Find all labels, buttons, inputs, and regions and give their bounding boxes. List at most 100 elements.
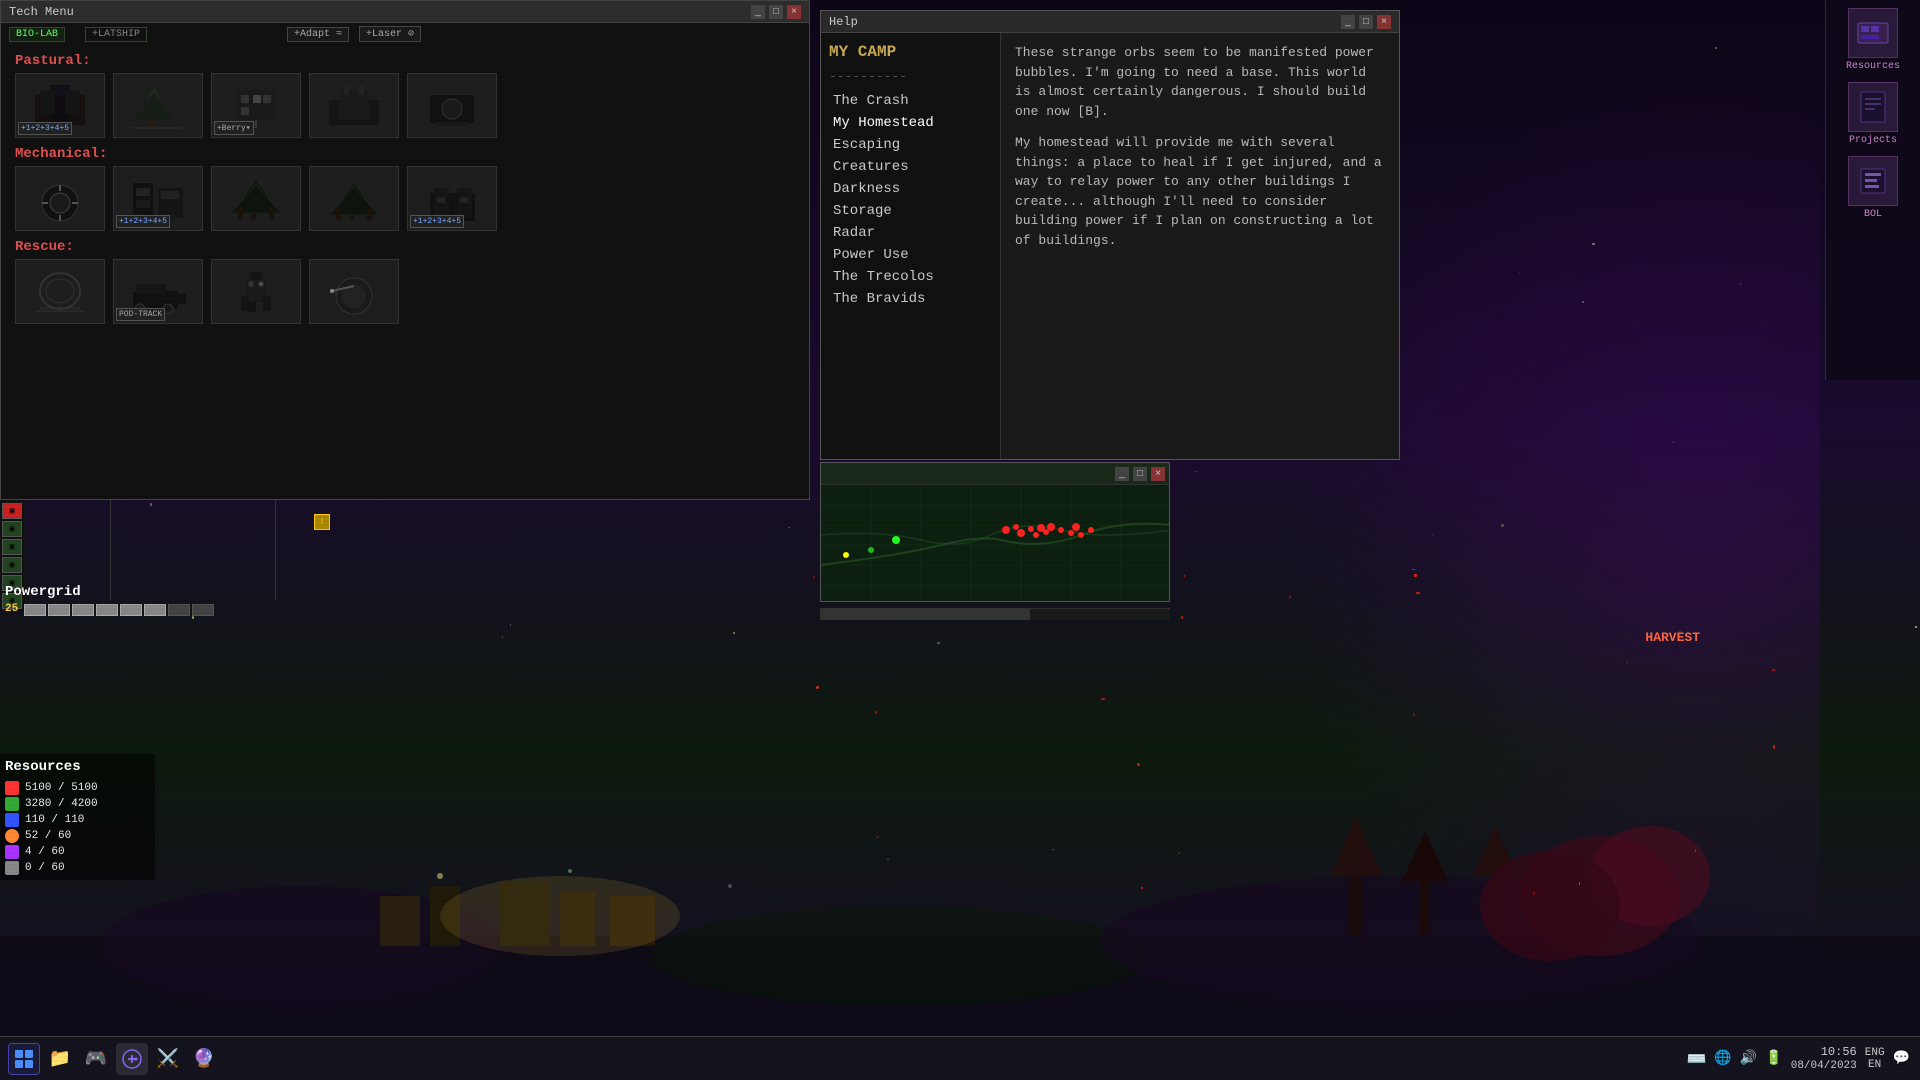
tech-item-p1[interactable]: +1+2+3+4+5	[15, 73, 105, 138]
notifications-button[interactable]: 💬	[1893, 1050, 1910, 1067]
map-maximize-button[interactable]: □	[1133, 467, 1147, 481]
power-dot-8	[192, 604, 214, 616]
tech-item-p4-icon	[319, 80, 389, 130]
help-nav-storage[interactable]: Storage	[829, 200, 992, 222]
tech-item-p5-icon	[417, 80, 487, 130]
help-nav-crash[interactable]: The Crash	[829, 90, 992, 112]
right-panel: Resources Projects BOL	[1825, 0, 1920, 380]
map-close-button[interactable]: ×	[1151, 467, 1165, 481]
map-window-controls: _ □ ×	[1115, 467, 1165, 481]
res-row-1: 5100 / 5100	[5, 781, 150, 795]
tech-item-r2[interactable]: POD-TRACK	[113, 259, 203, 324]
help-maximize-button[interactable]: □	[1359, 15, 1373, 29]
game-scene	[0, 616, 1920, 1036]
help-nav-escaping[interactable]: Escaping	[829, 134, 992, 156]
help-nav-darkness[interactable]: Darkness	[829, 178, 992, 200]
side-icon-4[interactable]: ▣	[2, 557, 22, 573]
projects-panel-label: Projects	[1849, 135, 1897, 146]
pastural-row: +1+2+3+4+5	[5, 71, 805, 140]
map-titlebar: _ □ ×	[821, 463, 1169, 485]
tech-item-m4[interactable]	[309, 166, 399, 231]
map-canvas	[821, 485, 1169, 601]
help-nav-trecolos[interactable]: The Trecolos	[829, 266, 992, 288]
powergrid-bar: Powergrid 25	[5, 584, 214, 616]
help-minimize-button[interactable]: _	[1341, 15, 1355, 29]
tech-badge-m2: +1+2+3+4+5	[116, 215, 170, 228]
power-value: 25	[5, 603, 18, 615]
tech-item-p4[interactable]	[309, 73, 399, 138]
right-panel-resources[interactable]: Resources	[1846, 8, 1900, 72]
res-val-4: 52 / 60	[25, 830, 71, 842]
power-dot-5	[120, 604, 142, 616]
audio-icon: 🔊	[1740, 1050, 1757, 1067]
help-close-button[interactable]: ×	[1377, 15, 1391, 29]
help-nav-poweruse[interactable]: Power Use	[829, 244, 992, 266]
help-nav-homestead[interactable]: My Homestead	[829, 112, 992, 134]
berry-dropdown[interactable]: +Berry▾	[214, 121, 254, 135]
tech-item-r1-icon	[25, 266, 95, 316]
tech-item-p2[interactable]	[113, 73, 203, 138]
taskbar-right: ⌨️ 🌐 🔊 🔋 10:56 08/04/2023 ENG EN 💬	[1677, 1045, 1920, 1072]
map-scrollbar-thumb[interactable]	[820, 609, 1030, 620]
help-nav-radar[interactable]: Radar	[829, 222, 992, 244]
power-dot-7	[168, 604, 190, 616]
tech-close-button[interactable]: ×	[787, 5, 801, 19]
help-nav-creatures[interactable]: Creatures	[829, 156, 992, 178]
explorer-button[interactable]: 📁	[44, 1043, 76, 1075]
taskbar-date: 08/04/2023	[1791, 1060, 1857, 1072]
power-dot-6	[144, 604, 166, 616]
map-window: _ □ ×	[820, 462, 1170, 602]
taskbar-left: 📁 🎮 ⚔️ 🔮	[0, 1043, 228, 1075]
gamepad-button[interactable]	[116, 1043, 148, 1075]
tech-item-p3[interactable]: +Berry▾	[211, 73, 301, 138]
power-dot-3	[72, 604, 94, 616]
harvest-label: HARVEST	[1645, 630, 1700, 645]
sword-button[interactable]: ⚔️	[152, 1043, 184, 1075]
help-navigation: MY CAMP ---------- The Crash My Homestea…	[821, 33, 1001, 459]
tech-item-m5[interactable]: +1+2+3+4+5	[407, 166, 497, 231]
res-icon-1	[5, 781, 19, 795]
help-window-controls: _ □ ×	[1341, 15, 1391, 29]
map-minimize-button[interactable]: _	[1115, 467, 1129, 481]
help-paragraph-2: My homestead will provide me with severa…	[1015, 133, 1385, 250]
power-dot-2	[48, 604, 70, 616]
tech-badge-m5: +1+2+3+4+5	[410, 215, 464, 228]
tech-badge-p1: +1+2+3+4+5	[18, 122, 72, 135]
rescue-row: POD-TRACK	[5, 257, 805, 326]
side-icon-3[interactable]: ▣	[2, 539, 22, 555]
start-button[interactable]	[8, 1043, 40, 1075]
bio-lab-label: BIO-LAB	[9, 27, 65, 42]
tech-maximize-button[interactable]: □	[769, 5, 783, 19]
mechanical-section-header: Mechanical:	[5, 140, 805, 164]
laser-dropdown[interactable]: +Laser ⊘	[359, 26, 421, 42]
help-divider: ----------	[829, 69, 992, 84]
tech-item-m2[interactable]: +1+2+3+4+5	[113, 166, 203, 231]
tech-item-r4[interactable]	[309, 259, 399, 324]
help-nav-bravids[interactable]: The Bravids	[829, 288, 992, 310]
tech-item-r1[interactable]	[15, 259, 105, 324]
latship-label: +LATSHIP	[85, 27, 147, 42]
pastural-section-header: Pastural:	[5, 47, 805, 71]
power-dot-1	[24, 604, 46, 616]
right-panel-projects[interactable]: Projects	[1848, 82, 1898, 146]
tech-item-r4-icon	[319, 266, 389, 316]
res-val-3: 110 / 110	[25, 814, 84, 826]
tech-menu-content: BIO-LAB +LATSHIP +Adapt ≈ +Laser ⊘ Pastu…	[1, 23, 809, 499]
adapt-dropdown[interactable]: +Adapt ≈	[287, 27, 349, 42]
game-button[interactable]: 🎮	[80, 1043, 112, 1075]
res-icon-2	[5, 797, 19, 811]
tech-item-m3[interactable]	[211, 166, 301, 231]
magic-button[interactable]: 🔮	[188, 1043, 220, 1075]
side-icon-2[interactable]: ▣	[2, 521, 22, 537]
taskbar-lang: ENG	[1865, 1047, 1885, 1059]
tech-item-r3[interactable]	[211, 259, 301, 324]
right-panel-bol[interactable]: BOL	[1848, 156, 1898, 220]
tech-item-m1[interactable]	[15, 166, 105, 231]
side-icon-1[interactable]: ▣	[2, 503, 22, 519]
tech-menu-titlebar: Tech Menu _ □ ×	[1, 1, 809, 23]
help-title: Help	[829, 15, 858, 29]
taskbar-time: 10:56	[1821, 1045, 1857, 1059]
tech-item-p5[interactable]	[407, 73, 497, 138]
tech-minimize-button[interactable]: _	[751, 5, 765, 19]
map-scrollbar[interactable]	[820, 608, 1170, 620]
